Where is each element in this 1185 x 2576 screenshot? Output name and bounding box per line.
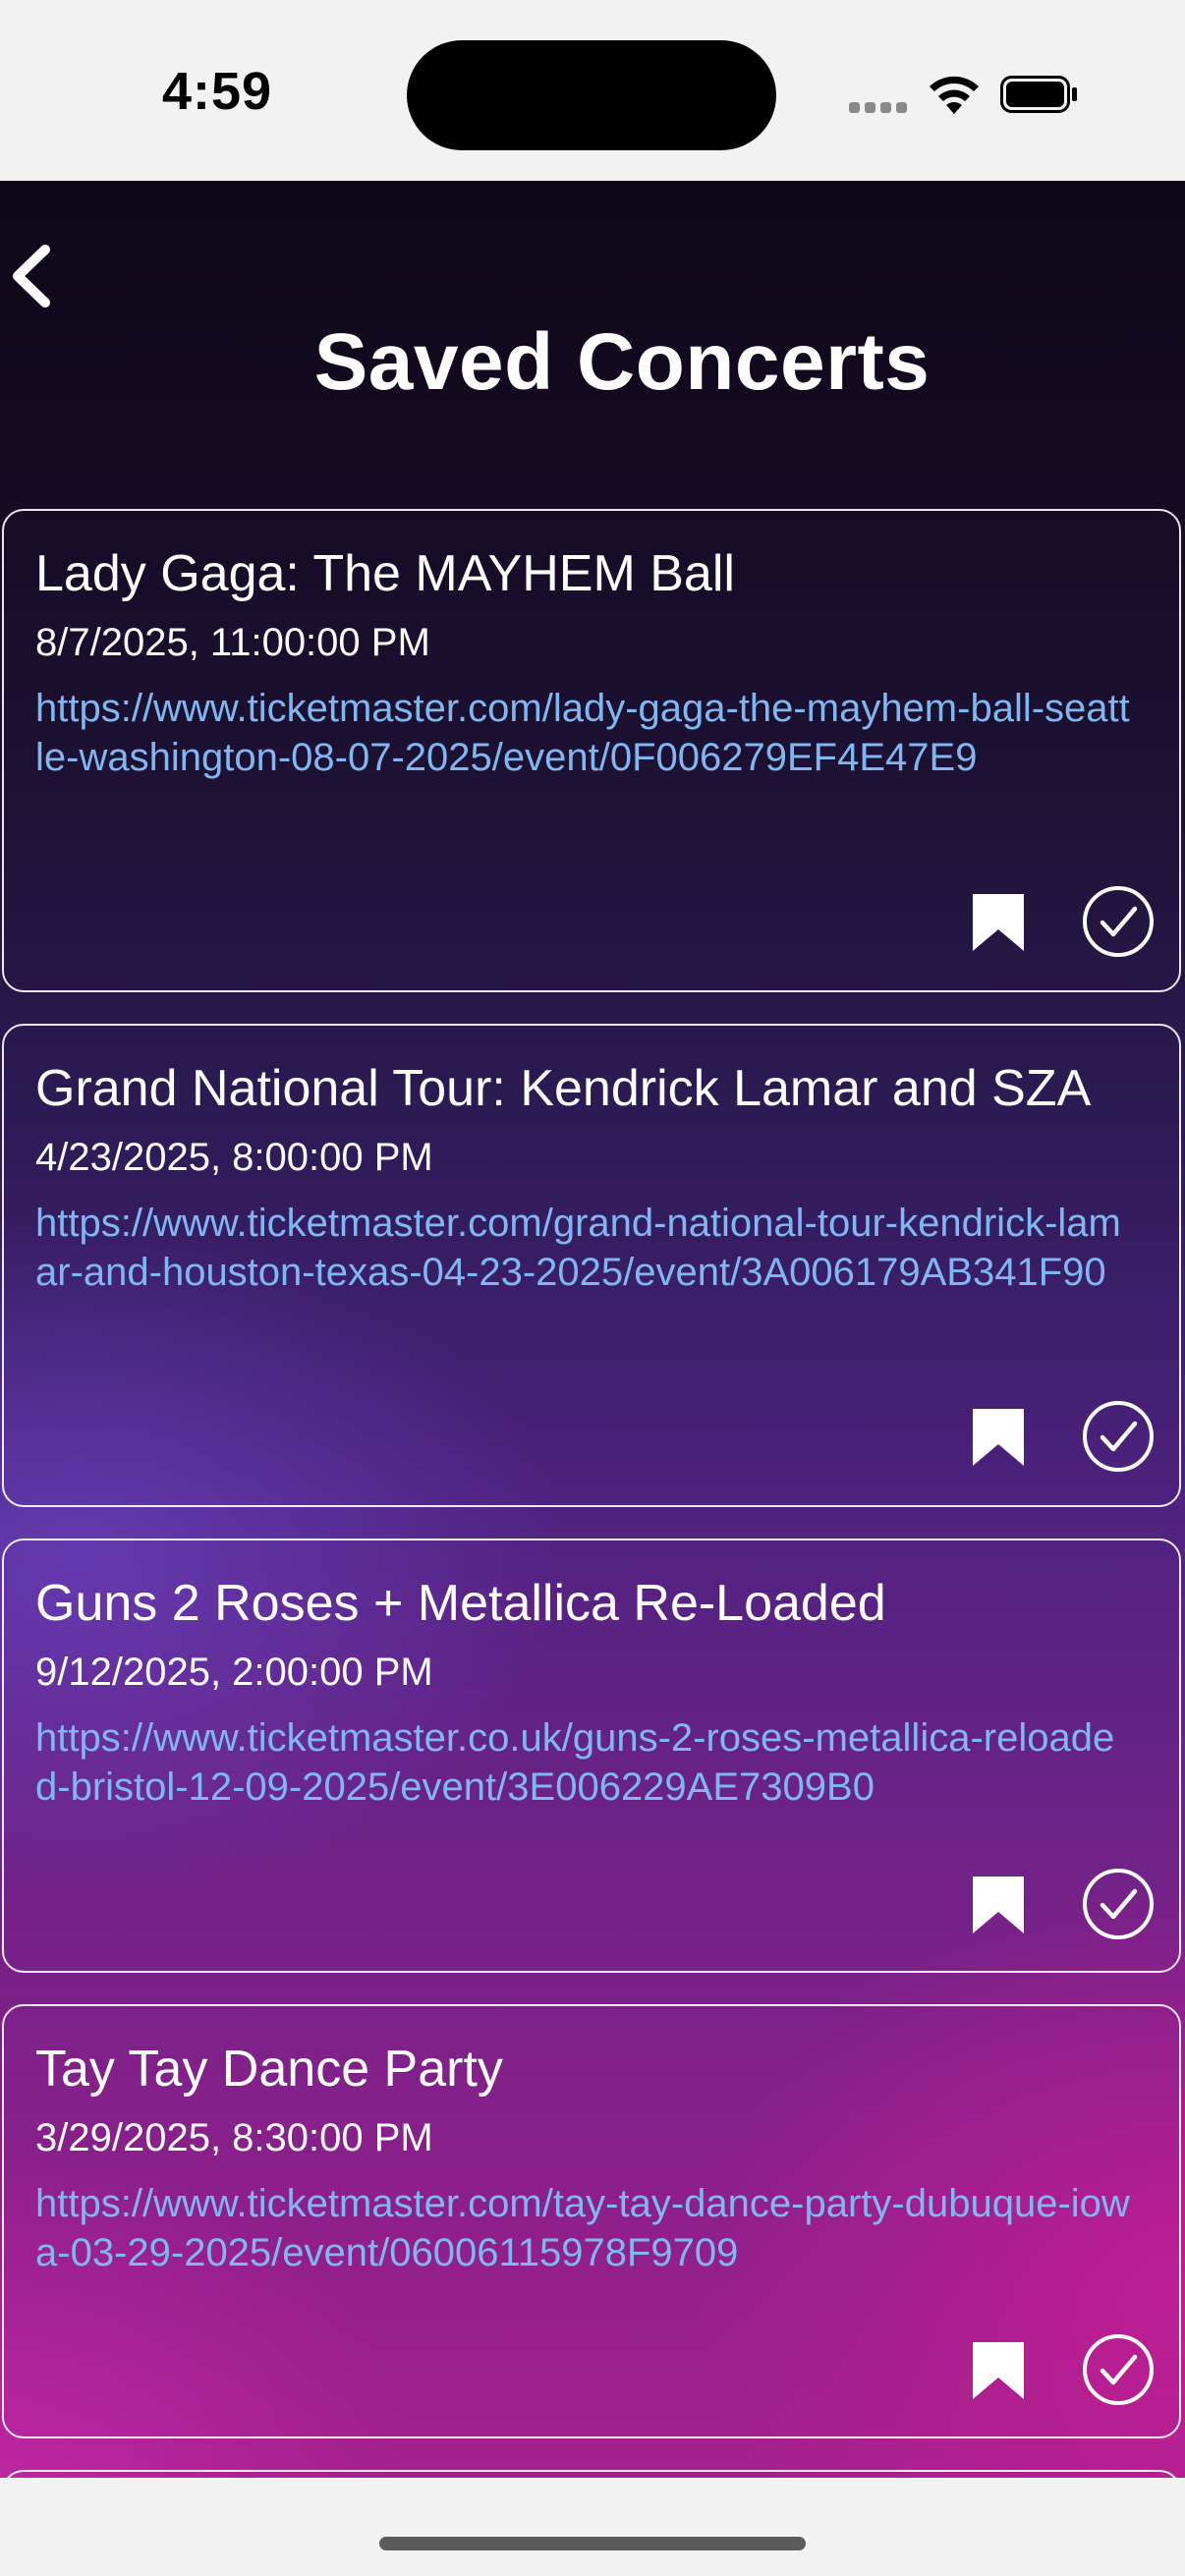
checkmark-circle-icon[interactable]: [1081, 2332, 1156, 2407]
concert-title: Guns 2 Roses + Metallica Re-Loaded: [35, 1575, 886, 1632]
concert-link[interactable]: https://www.ticketmaster.com/grand-natio…: [35, 1199, 1136, 1297]
checkmark-circle-icon[interactable]: [1081, 1399, 1156, 1474]
saved-concerts-screen: Saved Concerts Lady Gaga: The MAYHEM Bal…: [0, 181, 1185, 2478]
concert-link[interactable]: https://www.ticketmaster.co.uk/guns-2-ro…: [35, 1713, 1136, 1812]
concert-link[interactable]: https://www.ticketmaster.com/lady-gaga-t…: [35, 684, 1136, 782]
checkmark-circle-icon[interactable]: [1081, 1867, 1156, 1941]
status-time: 4:59: [162, 62, 273, 121]
concert-card[interactable]: Grand National Tour: Kendrick Lamar and …: [2, 1024, 1181, 1507]
home-indicator-area: [0, 2478, 1185, 2576]
page-title-text: Saved Concerts: [313, 317, 931, 407]
bookmark-icon[interactable]: [971, 1407, 1026, 1468]
concert-link[interactable]: https://www.ticketmaster.com/tay-tay-dan…: [35, 2179, 1136, 2277]
checkmark-circle-icon[interactable]: [1081, 884, 1156, 959]
concert-card[interactable]: Lady Gaga: The MAYHEM Ball 8/7/2025, 11:…: [2, 509, 1181, 992]
cellular-signal-icon: [849, 102, 908, 116]
bookmark-icon[interactable]: [971, 892, 1026, 953]
concert-card[interactable]: Tay Tay Dance Party 3/29/2025, 8:30:00 P…: [2, 2004, 1181, 2438]
concert-title: Grand National Tour: Kendrick Lamar and …: [35, 1060, 1092, 1117]
battery-icon: [1000, 76, 1077, 113]
status-bar: 4:59: [0, 0, 1185, 181]
bookmark-icon[interactable]: [971, 1875, 1026, 1935]
concert-title: Tay Tay Dance Party: [35, 2041, 503, 2098]
concert-card-partial[interactable]: [2, 2470, 1181, 2478]
concert-datetime: 8/7/2025, 11:00:00 PM: [35, 621, 430, 664]
concert-datetime: 4/23/2025, 8:00:00 PM: [35, 1136, 433, 1179]
home-indicator[interactable]: [379, 2537, 806, 2550]
concert-datetime: 9/12/2025, 2:00:00 PM: [35, 1651, 433, 1694]
wifi-icon: [930, 76, 979, 114]
page-title: Saved Concerts: [0, 316, 1185, 409]
concert-card[interactable]: Guns 2 Roses + Metallica Re-Loaded 9/12/…: [2, 1539, 1181, 1973]
concert-title: Lady Gaga: The MAYHEM Ball: [35, 545, 735, 602]
back-button[interactable]: [6, 242, 55, 310]
concert-datetime: 3/29/2025, 8:30:00 PM: [35, 2116, 433, 2159]
dynamic-island: [407, 40, 776, 150]
bookmark-icon[interactable]: [971, 2340, 1026, 2401]
